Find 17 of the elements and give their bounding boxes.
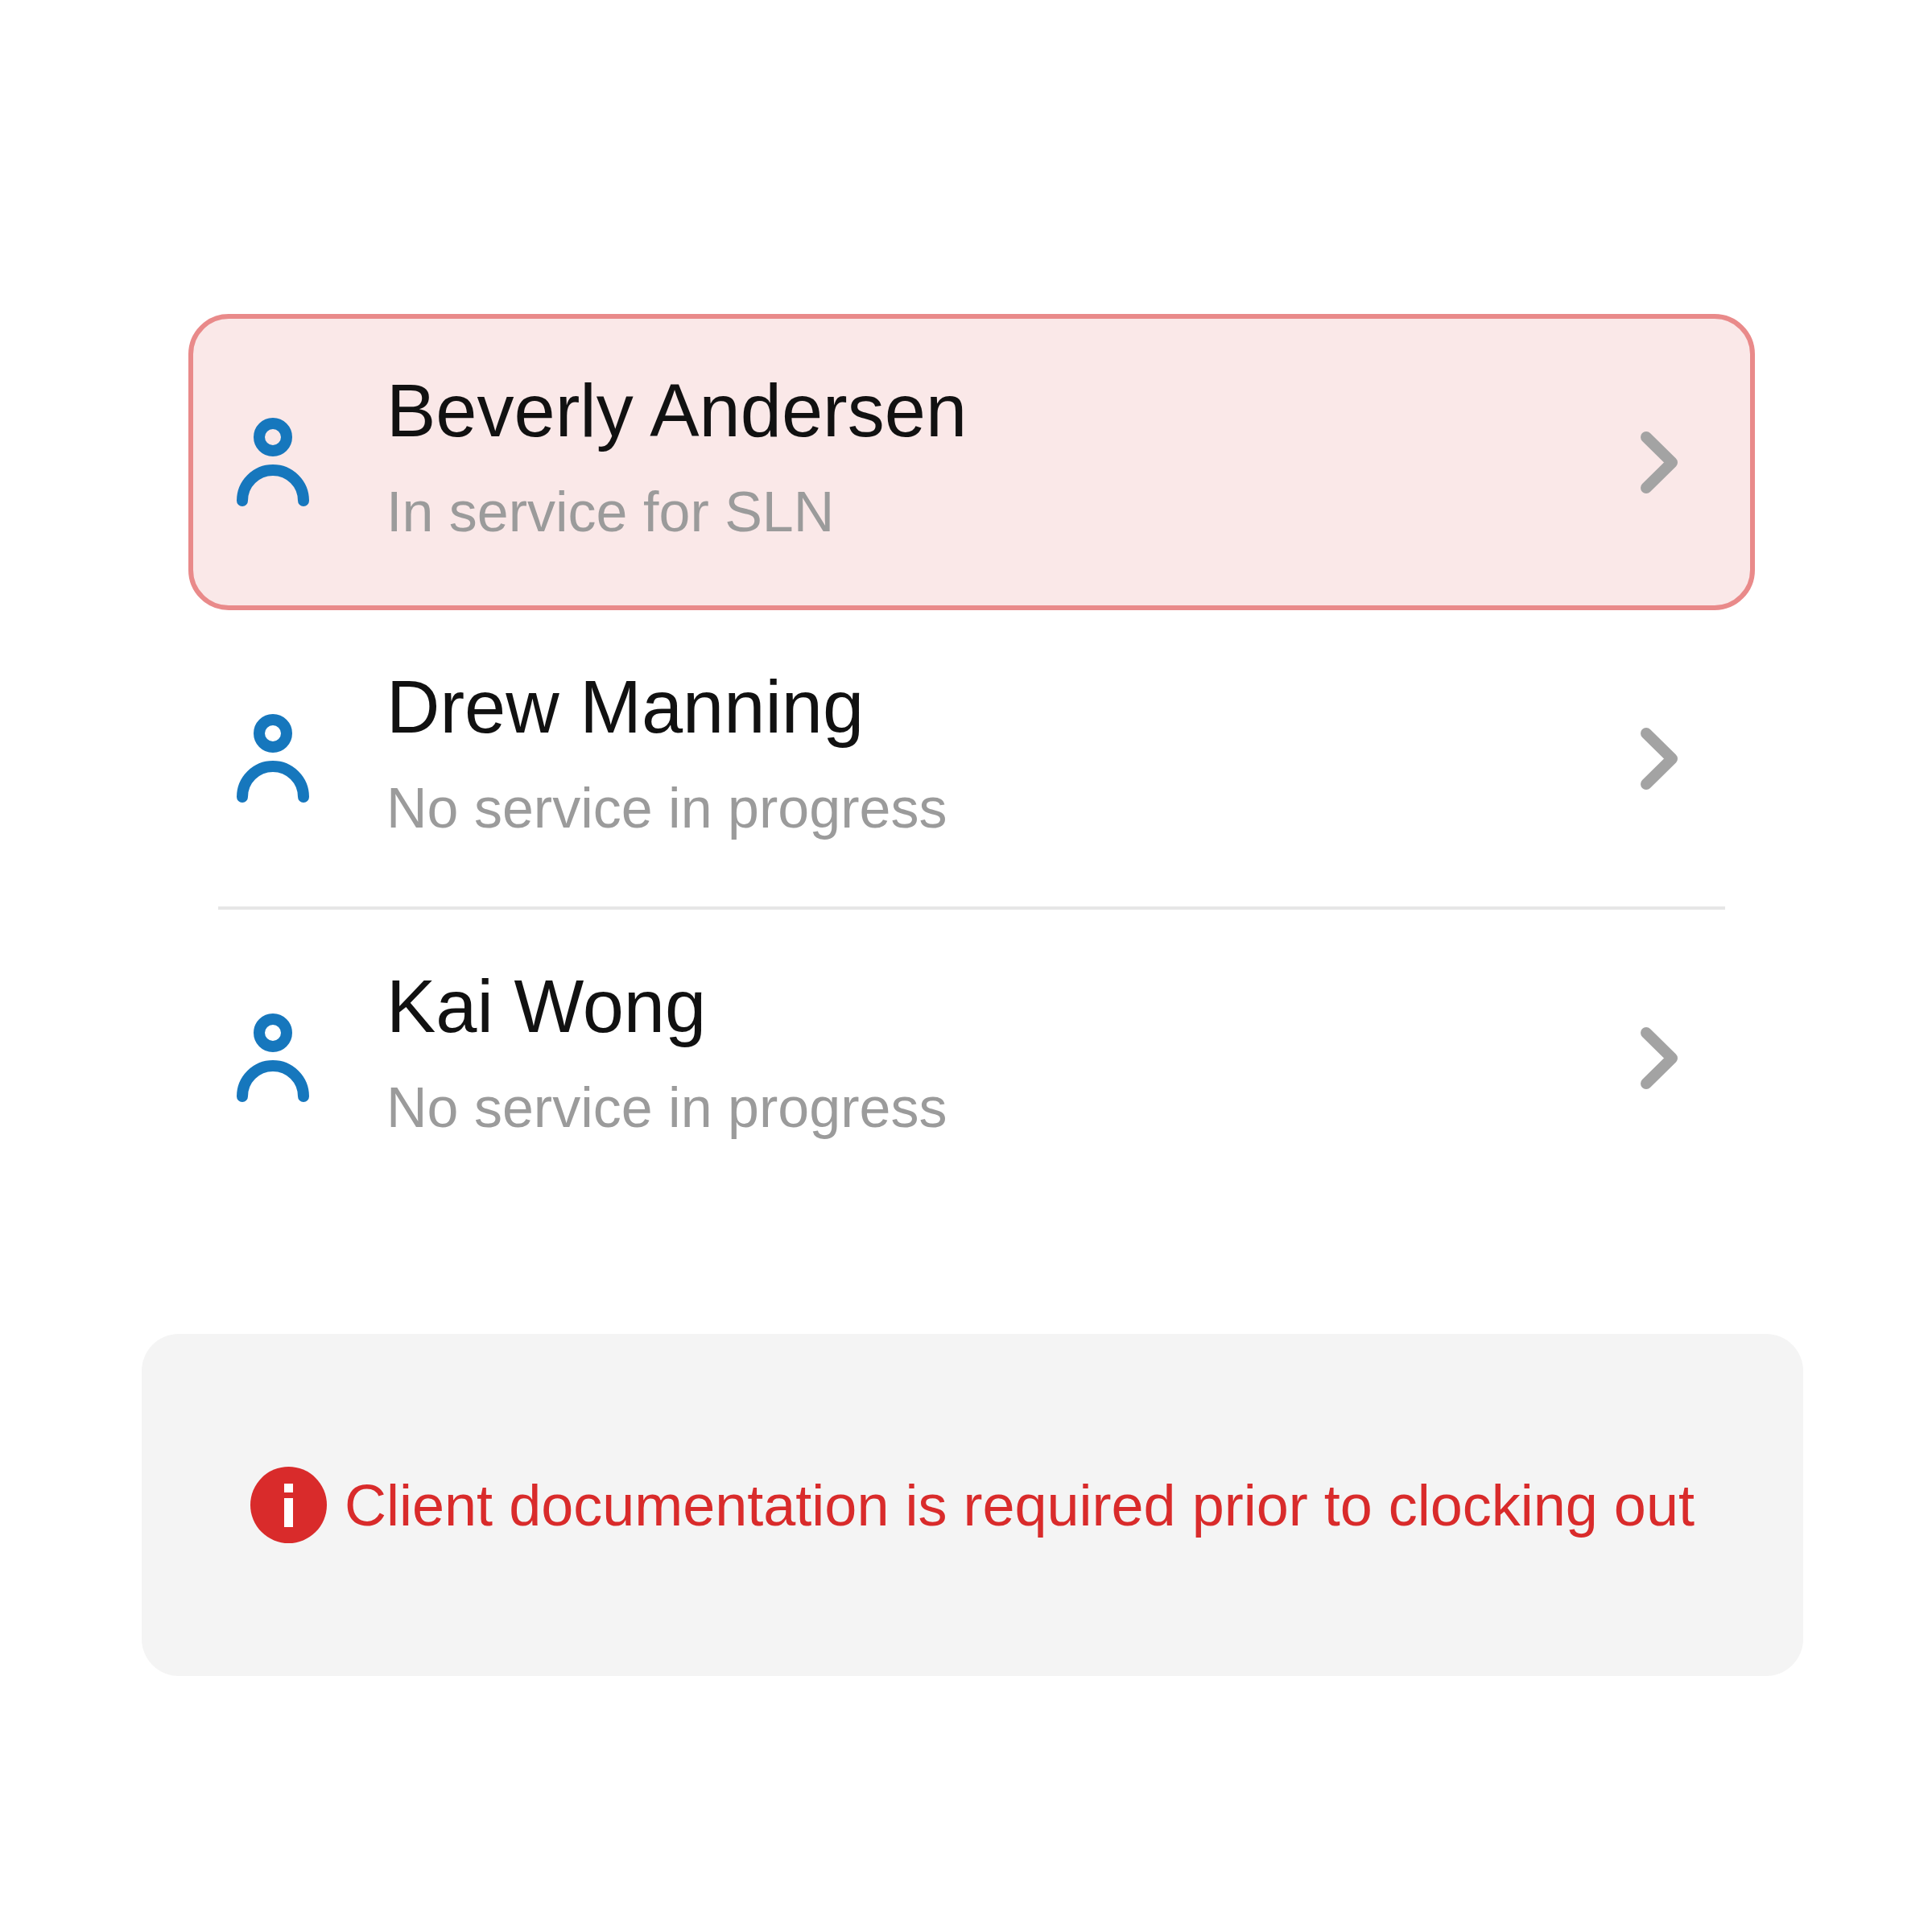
client-name: Kai Wong bbox=[386, 964, 708, 1049]
client-list-item[interactable]: Kai Wong No service in progress bbox=[188, 910, 1755, 1206]
service-status: No service in progress bbox=[386, 775, 948, 841]
service-status: In service for SLN bbox=[386, 479, 836, 545]
person-icon bbox=[237, 1013, 309, 1102]
service-status: No service in progress bbox=[386, 1075, 948, 1141]
error-message: Client documentation is required prior to clocking out bbox=[345, 1472, 1695, 1539]
client-list-item[interactable]: Beverly Andersen In service for SLN bbox=[188, 314, 1755, 610]
chevron-right-icon bbox=[1641, 727, 1678, 790]
client-list-item[interactable]: Drew Manning No service in progress bbox=[188, 610, 1755, 906]
client-name: Drew Manning bbox=[386, 664, 865, 749]
client-name: Beverly Andersen bbox=[386, 368, 968, 453]
info-icon bbox=[250, 1467, 328, 1543]
person-icon bbox=[237, 714, 309, 803]
chevron-right-icon bbox=[1641, 431, 1678, 493]
chevron-right-icon bbox=[1641, 1026, 1678, 1089]
person-icon bbox=[237, 418, 309, 506]
